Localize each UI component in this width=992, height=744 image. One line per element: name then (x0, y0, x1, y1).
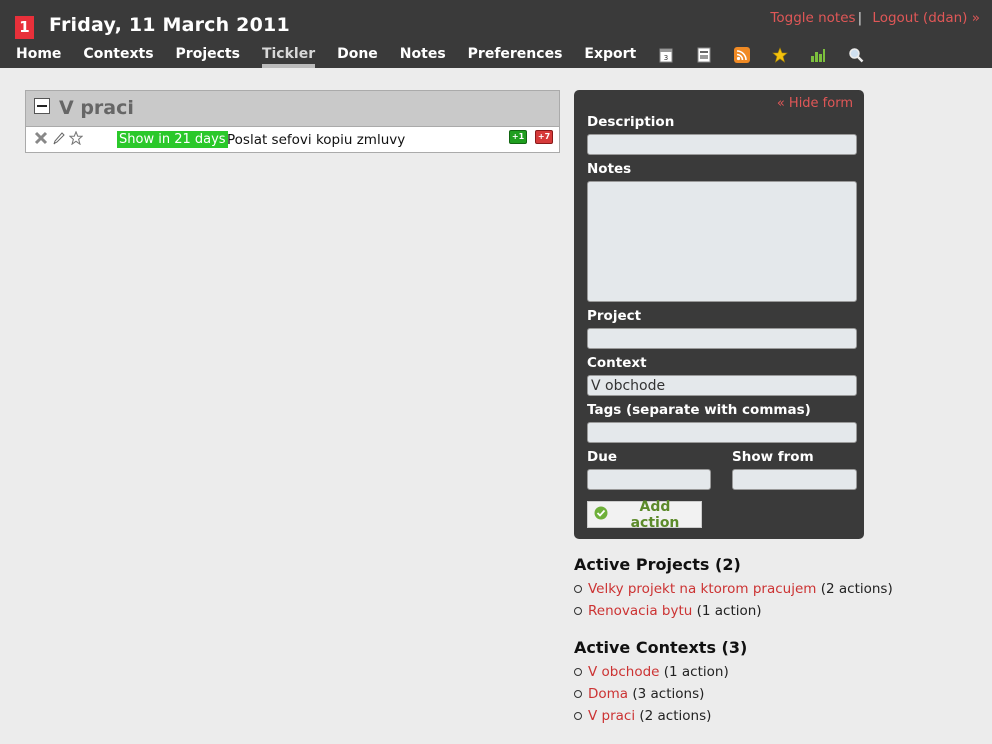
nav-contexts[interactable]: Contexts (83, 46, 153, 68)
context-title: V praci (59, 97, 134, 119)
link-separator: | (857, 10, 863, 26)
nav-home[interactable]: Home (16, 46, 61, 68)
star-icon[interactable] (772, 47, 789, 63)
active-projects-list: Velky projekt na ktorom pracujem (2 acti… (574, 578, 893, 622)
top-header: 1 Friday, 11 March 2011 Toggle notes | Lo… (0, 0, 992, 68)
show-from-label: Show from (732, 449, 814, 465)
top-links: Toggle notes | Logout (ddan) » (770, 10, 980, 26)
svg-text:3: 3 (664, 54, 668, 62)
project-link[interactable]: Velky projekt na ktorom pracujem (588, 581, 816, 597)
context-link[interactable]: V obchode (588, 664, 659, 680)
logout-link[interactable]: Logout (ddan) » (872, 10, 980, 26)
project-count: (2 actions) (820, 581, 893, 597)
calendar-icon[interactable]: 3 (658, 47, 674, 63)
notes-textarea[interactable] (587, 181, 857, 302)
hide-form-link[interactable]: « Hide form (777, 96, 853, 111)
todo-description[interactable]: Poslat sefovi kopiu zmluvy (227, 132, 405, 148)
list-item: Doma (3 actions) (574, 683, 729, 705)
defer-plus1-button[interactable]: +1 (509, 130, 527, 144)
active-contexts-list: V obchode (1 action) Doma (3 actions) V … (574, 661, 729, 727)
description-input[interactable] (587, 134, 857, 155)
context-header: V praci (26, 91, 559, 127)
due-input[interactable] (587, 469, 711, 490)
star-outline-icon[interactable] (68, 130, 84, 146)
project-link[interactable]: Renovacia bytu (588, 603, 692, 619)
nav-tickler[interactable]: Tickler (261, 46, 316, 68)
context-count: (1 action) (663, 664, 729, 680)
context-label: Context (587, 355, 647, 371)
list-item: Velky projekt na ktorom pracujem (2 acti… (574, 578, 893, 600)
active-contexts-title: Active Contexts (3) (574, 638, 748, 657)
add-action-button[interactable]: Add action (587, 498, 702, 531)
project-label: Project (587, 308, 642, 324)
show-in-days-badge: Show in 21 days (117, 131, 228, 148)
list-item: Renovacia bytu (1 action) (574, 600, 893, 622)
tags-label: Tags (separate with commas) (587, 402, 811, 418)
active-projects-title: Active Projects (2) (574, 555, 741, 574)
defer-plus7-button[interactable]: +7 (535, 130, 553, 144)
nav-preferences[interactable]: Preferences (468, 46, 563, 68)
nav-export[interactable]: Export (584, 46, 636, 68)
context-container: V praci Show in 21 days Poslat sefovi ko… (25, 90, 560, 153)
nav-notes[interactable]: Notes (400, 46, 446, 68)
list-item: V obchode (1 action) (574, 661, 729, 683)
stats-icon[interactable] (810, 47, 826, 63)
list-item: V praci (2 actions) (574, 705, 729, 727)
main-nav: Home Contexts Projects Tickler Done Note… (16, 46, 886, 68)
date-badge: 1 (15, 16, 34, 39)
checkmark-icon (594, 506, 608, 524)
context-count: (3 actions) (632, 686, 705, 702)
delete-icon[interactable] (34, 130, 49, 145)
nav-done[interactable]: Done (337, 46, 378, 68)
context-link[interactable]: Doma (588, 686, 628, 702)
description-label: Description (587, 114, 675, 130)
toggle-notes-link[interactable]: Toggle notes (770, 10, 855, 26)
show-from-input[interactable] (732, 469, 857, 490)
tags-input[interactable] (587, 422, 857, 443)
project-input[interactable] (587, 328, 857, 349)
add-action-label: Add action (630, 498, 680, 531)
search-icon[interactable] (848, 47, 864, 63)
todo-item: Show in 21 days Poslat sefovi kopiu zmlu… (26, 127, 559, 152)
context-input[interactable] (587, 375, 857, 396)
context-count: (2 actions) (639, 708, 712, 724)
due-label: Due (587, 449, 617, 465)
nav-projects[interactable]: Projects (176, 46, 240, 68)
rss-icon[interactable] (734, 47, 751, 63)
print-icon[interactable] (696, 47, 712, 63)
page-date-title: Friday, 11 March 2011 (49, 14, 290, 36)
collapse-toggle-icon[interactable] (34, 98, 50, 114)
context-link[interactable]: V praci (588, 708, 635, 724)
notes-label: Notes (587, 161, 632, 177)
new-action-form: « Hide form Description Notes Project Co… (574, 90, 864, 539)
project-count: (1 action) (696, 603, 762, 619)
edit-icon[interactable] (52, 130, 67, 145)
